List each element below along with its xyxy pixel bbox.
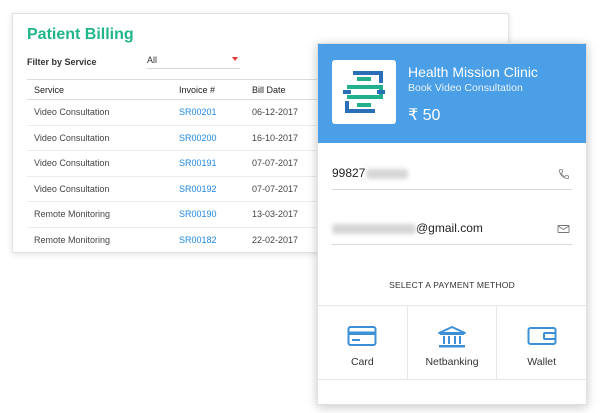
consultation-price: ₹ 50 [408,107,441,124]
card-label: Card [350,356,374,368]
bank-icon [436,325,468,354]
invoice-link[interactable]: SR00192 [172,176,245,202]
payment-methods: Card Netbanking Wallet [318,305,586,380]
netbanking-label: Netbanking [425,356,479,368]
email-domain: @gmail.com [416,221,483,235]
invoice-link[interactable]: SR00201 [172,99,245,126]
redacted-phone-digits [366,168,409,179]
payment-header: Health Mission Clinic Book Video Consult… [318,44,586,143]
column-header-invoice: Invoice # [172,79,245,100]
service-cell: Remote Monitoring [27,201,172,228]
wallet-icon [527,325,557,352]
phone-value: 99827 [332,166,366,180]
wallet-method-button[interactable]: Wallet [497,306,586,379]
service-cell: Video Consultation [27,150,172,177]
invoice-link[interactable]: SR00190 [172,201,245,228]
filter-selected-value: All [147,55,158,65]
mail-icon [557,223,570,238]
payment-panel: Health Mission Clinic Book Video Consult… [317,43,587,405]
invoice-link[interactable]: SR00191 [172,150,245,177]
email-field[interactable]: @gmail.com [332,221,572,245]
clinic-logo-icon [343,71,385,113]
caret-down-icon [232,57,238,61]
billing-title: Patient Billing [27,26,134,43]
service-cell: Video Consultation [27,125,172,151]
wallet-label: Wallet [527,356,557,368]
service-filter-select[interactable]: All [147,53,240,69]
clinic-name: Health Mission Clinic [408,64,538,80]
booking-subtitle: Book Video Consultation [408,82,523,94]
netbanking-method-button[interactable]: Netbanking [408,306,498,379]
service-cell: Video Consultation [27,99,172,126]
invoice-link[interactable]: SR00200 [172,125,245,151]
phone-field[interactable]: 99827 [332,166,572,190]
invoice-link[interactable]: SR00182 [172,227,245,252]
column-header-service: Service [27,79,172,100]
payment-method-title: SELECT A PAYMENT METHOD [389,280,515,290]
filter-label: Filter by Service [27,57,97,67]
card-icon [347,325,377,352]
redacted-email-user [332,223,416,234]
phone-icon [558,168,570,183]
clinic-logo [332,60,396,124]
service-cell: Remote Monitoring [27,227,172,252]
service-cell: Video Consultation [27,176,172,202]
card-method-button[interactable]: Card [318,306,408,379]
